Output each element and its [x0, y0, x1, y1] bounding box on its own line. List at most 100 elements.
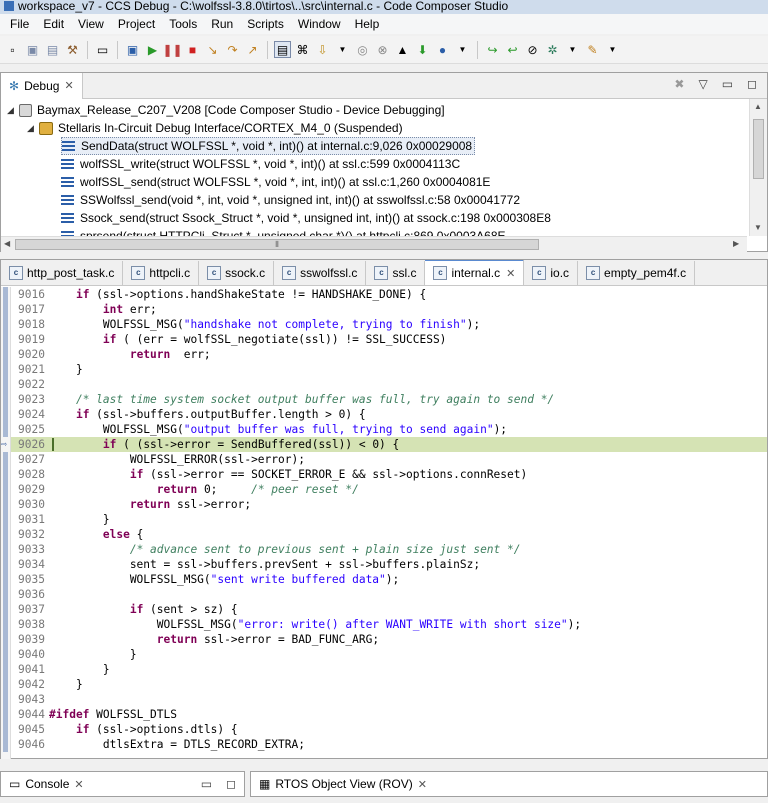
- code-line[interactable]: 9039 return ssl->error = BAD_FUNC_ARG;: [11, 632, 767, 647]
- code-line[interactable]: 9016 if (ssl->options.handShakeState != …: [11, 287, 767, 302]
- dropdown-arrow-icon[interactable]: ▼: [604, 41, 621, 58]
- code-line[interactable]: 9032 else {: [11, 527, 767, 542]
- load-program-icon[interactable]: ⇩: [314, 41, 331, 58]
- scroll-thumb[interactable]: [753, 119, 764, 179]
- code-line[interactable]: 9043: [11, 692, 767, 707]
- code-line[interactable]: 9042 }: [11, 677, 767, 692]
- dropdown-arrow-icon[interactable]: ▼: [454, 41, 471, 58]
- code-line[interactable]: 9036: [11, 587, 767, 602]
- next-annotation-icon[interactable]: ↪: [484, 41, 501, 58]
- tab-sswolfssl-c[interactable]: c sswolfssl.c: [274, 261, 367, 285]
- memory-icon[interactable]: ⌘: [294, 41, 311, 58]
- code-area[interactable]: 9016 if (ssl->options.handShakeState != …: [1, 287, 767, 759]
- debug-view-icon[interactable]: ▣: [124, 41, 141, 58]
- code-line[interactable]: 9020 return err;: [11, 347, 767, 362]
- instruction-stepping-icon[interactable]: ▤: [274, 41, 291, 58]
- close-icon[interactable]: ✕: [506, 267, 515, 280]
- menu-project[interactable]: Project: [111, 17, 162, 31]
- code-line[interactable]: 9031 }: [11, 512, 767, 527]
- code-line[interactable]: 9027 WOLFSSL_ERROR(ssl->error);: [11, 452, 767, 467]
- expand-arrow-icon[interactable]: ◢: [7, 105, 19, 116]
- settings-gear-icon[interactable]: ✲: [544, 41, 561, 58]
- tab-ssl-c[interactable]: c ssl.c: [366, 261, 426, 285]
- code-line[interactable]: 9021 }: [11, 362, 767, 377]
- close-icon[interactable]: ✕: [74, 778, 83, 791]
- code-line[interactable]: 9044 #ifdef WOLFSSL_DTLS: [11, 707, 767, 722]
- tab-internal-c[interactable]: c internal.c ✕: [425, 260, 525, 285]
- debug-bug-icon[interactable]: ●: [434, 41, 451, 58]
- current-code-line[interactable]: 9026 if ( (ssl->error = SendBuffered(ssl…: [11, 437, 767, 452]
- tab-ssock-c[interactable]: c ssock.c: [199, 261, 275, 285]
- build-hammer-icon[interactable]: ⚒: [64, 41, 81, 58]
- vertical-scrollbar[interactable]: ▲ ▼: [749, 99, 767, 236]
- tab-httpcli-c[interactable]: c httpcli.c: [123, 261, 200, 285]
- code-line[interactable]: 9040 }: [11, 647, 767, 662]
- stack-frame-row[interactable]: wolfSSL_send(struct WOLFSSL *, void *, i…: [61, 173, 490, 191]
- tab-rov[interactable]: ▦ RTOS Object View (ROV) ✕: [251, 772, 435, 796]
- dropdown-arrow-icon[interactable]: ▼: [334, 41, 351, 58]
- step-over-icon[interactable]: ↷: [224, 41, 241, 58]
- menu-run[interactable]: Run: [204, 17, 240, 31]
- breakpoint-icon[interactable]: ◎: [354, 41, 371, 58]
- view-menu-icon[interactable]: ▽: [698, 77, 707, 91]
- chip-icon[interactable]: ▲: [394, 41, 411, 58]
- code-line[interactable]: 9035 WOLFSSL_MSG("sent write buffered da…: [11, 572, 767, 587]
- menu-tools[interactable]: Tools: [162, 17, 204, 31]
- connect-icon[interactable]: ⬇: [414, 41, 431, 58]
- remove-breakpoint-icon[interactable]: ⊗: [374, 41, 391, 58]
- maximize-icon[interactable]: ◻: [226, 777, 236, 791]
- scroll-down-icon[interactable]: ▼: [754, 223, 762, 232]
- code-line[interactable]: 9019 if ( (err = wolfSSL_negotiate(ssl))…: [11, 332, 767, 347]
- code-line[interactable]: 9028 if (ssl->error == SOCKET_ERROR_E &&…: [11, 467, 767, 482]
- code-line[interactable]: 9034 sent = ssl->buffers.prevSent + ssl-…: [11, 557, 767, 572]
- menu-view[interactable]: View: [71, 17, 111, 31]
- code-line[interactable]: 9024 if (ssl->buffers.outputBuffer.lengt…: [11, 407, 767, 422]
- code-line[interactable]: 9038 WOLFSSL_MSG("error: write() after W…: [11, 617, 767, 632]
- close-icon[interactable]: ✕: [418, 778, 427, 791]
- save-icon[interactable]: ▣: [24, 41, 41, 58]
- code-line[interactable]: 9022: [11, 377, 767, 392]
- maximize-icon[interactable]: ◻: [747, 77, 757, 91]
- code-line[interactable]: 9041 }: [11, 662, 767, 677]
- code-line[interactable]: 9025 WOLFSSL_MSG("output buffer was full…: [11, 422, 767, 437]
- horizontal-scrollbar[interactable]: ◀ ⦀ ▶: [1, 236, 747, 252]
- menu-help[interactable]: Help: [348, 17, 387, 31]
- debug-core-row[interactable]: ◢ Stellaris In-Circuit Debug Interface/CO…: [27, 119, 403, 137]
- tab-console[interactable]: ▭ Console ✕: [1, 772, 92, 796]
- scroll-right-icon[interactable]: ▶: [733, 239, 739, 248]
- remove-terminated-icon[interactable]: ✖: [674, 77, 684, 91]
- tab-debug[interactable]: ✻ Debug ✕: [1, 72, 83, 99]
- minimize-icon[interactable]: ▭: [201, 777, 212, 791]
- scroll-left-icon[interactable]: ◀: [4, 239, 10, 248]
- step-return-icon[interactable]: ↗: [244, 41, 261, 58]
- step-into-icon[interactable]: ↘: [204, 41, 221, 58]
- suspend-icon[interactable]: ❚❚: [162, 41, 182, 58]
- menu-scripts[interactable]: Scripts: [240, 17, 291, 31]
- scroll-up-icon[interactable]: ▲: [754, 102, 762, 111]
- code-line[interactable]: 9029 return 0; /* peer reset */: [11, 482, 767, 497]
- tab-empty-pem4f-c[interactable]: c empty_pem4f.c: [578, 261, 696, 285]
- save-all-icon[interactable]: ▤: [44, 41, 61, 58]
- debug-session-row[interactable]: ◢ Baymax_Release_C207_V208 [Code Composer…: [7, 101, 445, 119]
- code-line[interactable]: 9046 dtlsExtra = DTLS_RECORD_EXTRA;: [11, 737, 767, 752]
- resume-icon[interactable]: ▶: [144, 41, 161, 58]
- stack-frame-row[interactable]: SendData(struct WOLFSSL *, void *, int)(…: [61, 137, 476, 155]
- search-icon[interactable]: ⊘: [524, 41, 541, 58]
- code-line[interactable]: 9033 /* advance sent to previous sent + …: [11, 542, 767, 557]
- expand-arrow-icon[interactable]: ◢: [27, 123, 39, 134]
- stack-frame-row[interactable]: sprsend(struct HTTPCli_Struct *, unsigne…: [61, 227, 506, 236]
- stack-frame-row[interactable]: wolfSSL_write(struct WOLFSSL *, void *, …: [61, 155, 460, 173]
- stack-frame-row[interactable]: Ssock_send(struct Ssock_Struct *, void *…: [61, 209, 551, 227]
- terminate-icon[interactable]: ■: [184, 41, 201, 58]
- stack-frame-row[interactable]: SSWolfssl_send(void *, int, void *, unsi…: [61, 191, 520, 209]
- menu-window[interactable]: Window: [291, 17, 348, 31]
- code-line[interactable]: 9023 /* last time system socket output b…: [11, 392, 767, 407]
- code-line[interactable]: 9018 WOLFSSL_MSG("handshake not complete…: [11, 317, 767, 332]
- menu-edit[interactable]: Edit: [36, 17, 71, 31]
- dropdown-arrow-icon[interactable]: ▼: [564, 41, 581, 58]
- close-icon[interactable]: ✕: [64, 79, 73, 92]
- code-line[interactable]: 9017 int err;: [11, 302, 767, 317]
- code-line[interactable]: 9037 if (sent > sz) {: [11, 602, 767, 617]
- scroll-thumb[interactable]: ⦀: [15, 239, 539, 250]
- new-icon[interactable]: ▫: [4, 41, 21, 58]
